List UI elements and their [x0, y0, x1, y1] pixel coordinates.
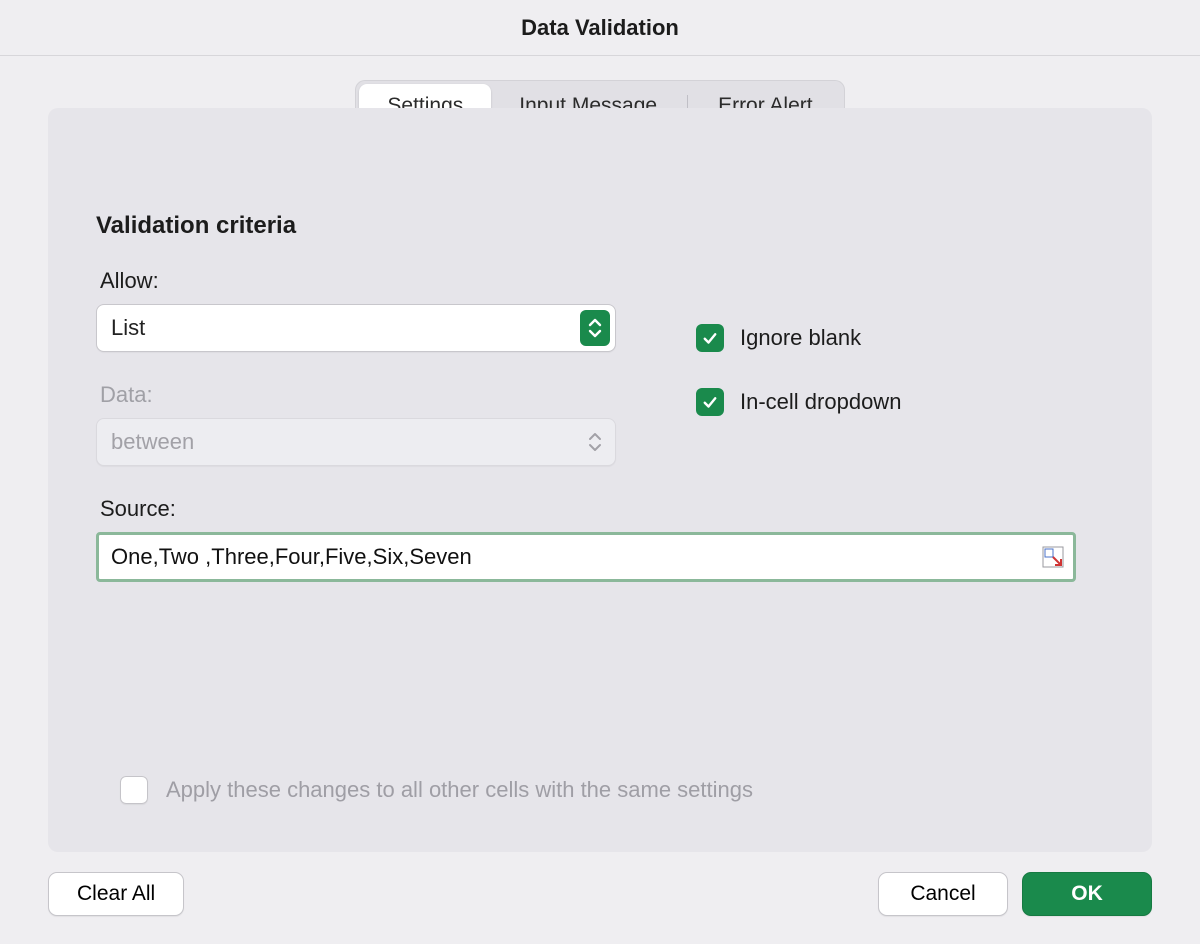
in-cell-dropdown-checkbox[interactable] — [696, 388, 724, 416]
data-label: Data: — [100, 382, 616, 408]
data-validation-dialog: Data Validation Settings Input Message E… — [0, 0, 1200, 944]
clear-all-button[interactable]: Clear All — [48, 872, 184, 916]
criteria-columns: Allow: List Data: between — [96, 268, 1104, 496]
allow-value: List — [111, 315, 145, 341]
ignore-blank-label: Ignore blank — [740, 325, 861, 351]
ignore-blank-checkbox[interactable] — [696, 324, 724, 352]
source-label: Source: — [100, 496, 1076, 522]
check-icon — [701, 329, 719, 347]
chevron-up-down-icon — [580, 424, 610, 460]
dialog-title: Data Validation — [0, 0, 1200, 56]
data-select: between — [96, 418, 616, 466]
check-icon — [701, 393, 719, 411]
chevron-up-down-icon — [580, 310, 610, 346]
source-input-container — [96, 532, 1076, 582]
section-title: Validation criteria — [96, 212, 1104, 240]
left-column: Allow: List Data: between — [96, 268, 616, 496]
cancel-button[interactable]: Cancel — [878, 872, 1008, 916]
source-input[interactable] — [109, 543, 1039, 571]
settings-panel: Validation criteria Allow: List Data: be… — [48, 108, 1152, 852]
ignore-blank-row[interactable]: Ignore blank — [696, 324, 1104, 352]
dialog-footer: Clear All Cancel OK — [0, 852, 1200, 944]
in-cell-dropdown-label: In-cell dropdown — [740, 389, 901, 415]
source-block: Source: — [96, 496, 1076, 582]
apply-to-all-row: Apply these changes to all other cells w… — [120, 776, 1104, 804]
right-column: Ignore blank In-cell dropdown — [696, 268, 1104, 496]
data-value: between — [111, 429, 194, 455]
allow-label: Allow: — [100, 268, 616, 294]
ok-button[interactable]: OK — [1022, 872, 1152, 916]
in-cell-dropdown-row[interactable]: In-cell dropdown — [696, 388, 1104, 416]
apply-to-all-checkbox — [120, 776, 148, 804]
allow-select[interactable]: List — [96, 304, 616, 352]
range-picker-icon[interactable] — [1039, 543, 1067, 571]
apply-to-all-label: Apply these changes to all other cells w… — [166, 777, 753, 803]
